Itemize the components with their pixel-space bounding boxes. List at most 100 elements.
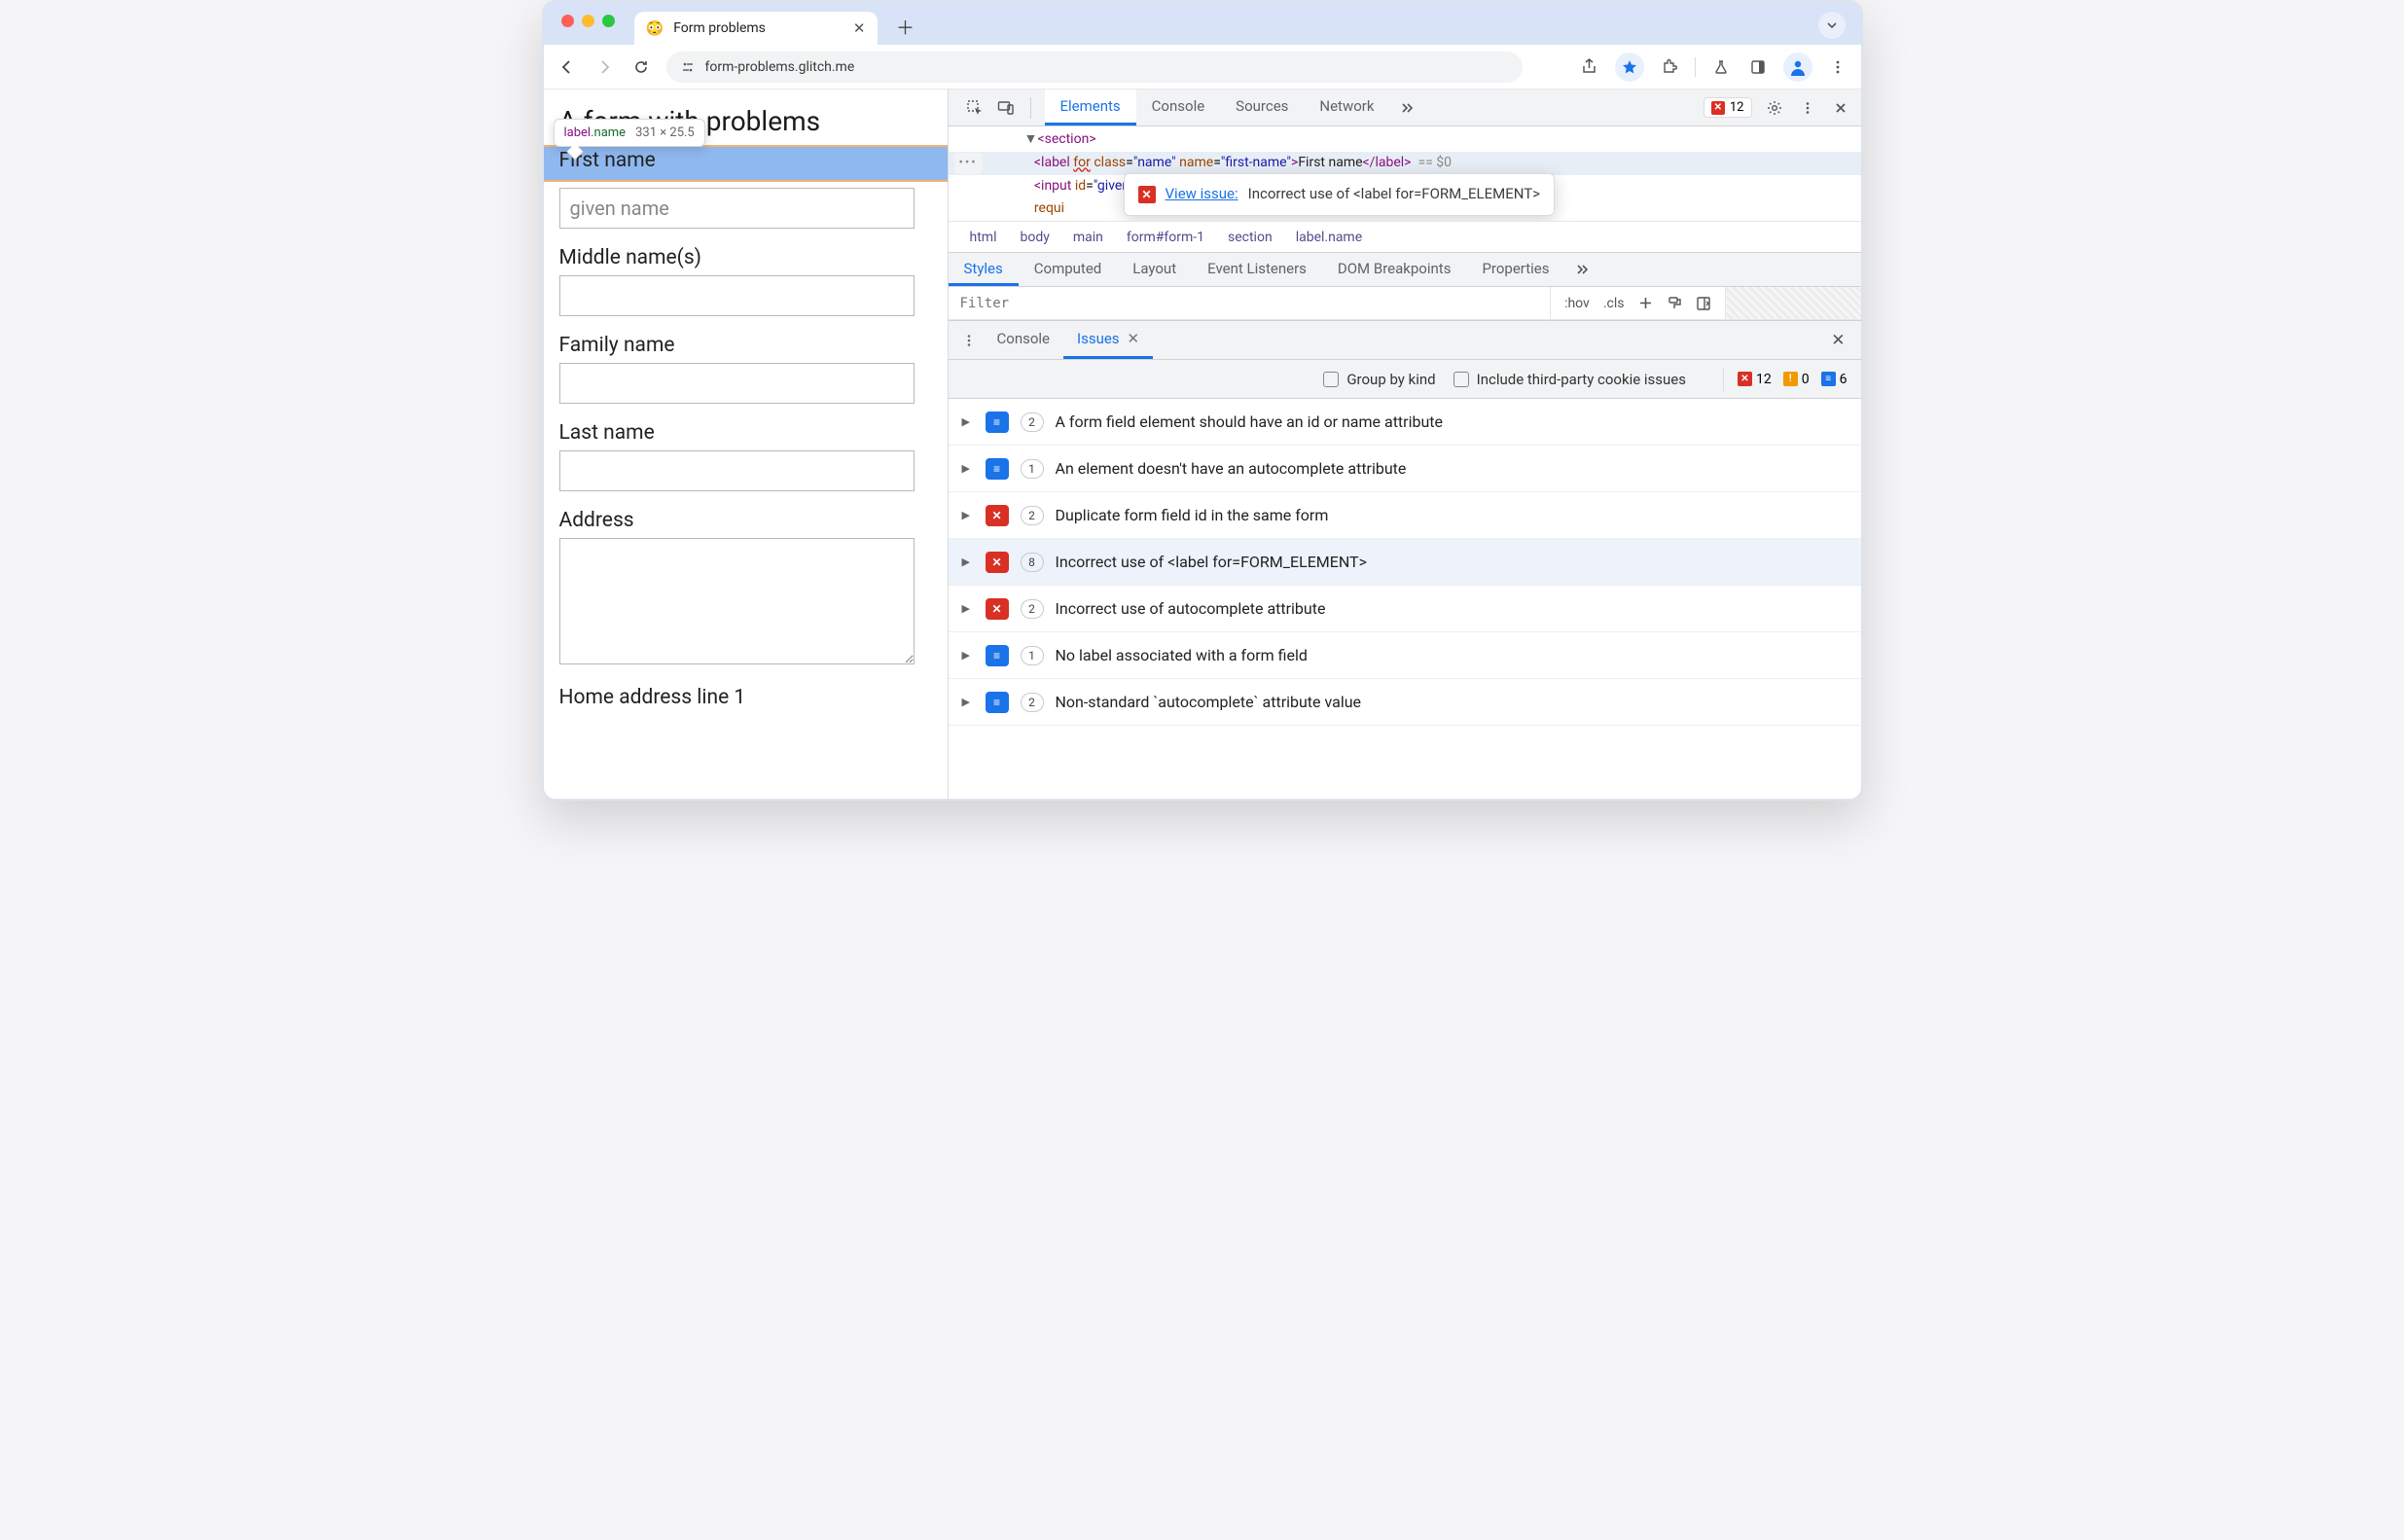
device-toggle-button[interactable] — [995, 97, 1017, 119]
issue-row[interactable]: ▶≡2Non-standard `autocomplete` attribute… — [949, 679, 1861, 726]
severity-icon: ≡ — [986, 645, 1009, 666]
first-name-input[interactable] — [559, 188, 915, 229]
close-issues-tab-button[interactable]: ✕ — [1128, 330, 1140, 347]
last-name-label: Last name — [559, 421, 932, 445]
issue-row[interactable]: ▶≡1No label associated with a form field — [949, 632, 1861, 679]
site-settings-icon[interactable] — [680, 59, 696, 75]
profile-button[interactable] — [1783, 53, 1812, 82]
tab-elements[interactable]: Elements — [1045, 90, 1136, 125]
issue-count-pill: 1 — [1021, 459, 1044, 479]
share-button[interactable] — [1578, 55, 1601, 79]
styles-tabbar: Styles Computed Layout Event Listeners D… — [949, 252, 1861, 287]
view-issue-link[interactable]: View issue: — [1166, 182, 1238, 207]
drawer-tab-issues[interactable]: Issues ✕ — [1063, 321, 1153, 359]
devtools-menu-button[interactable] — [1797, 97, 1818, 119]
subtab-dom-breakpoints[interactable]: DOM Breakpoints — [1322, 253, 1467, 286]
paint-icon — [1667, 296, 1682, 311]
collapsed-siblings-icon[interactable]: ••• — [954, 153, 983, 174]
close-devtools-button[interactable] — [1830, 97, 1851, 119]
forward-button[interactable] — [592, 55, 616, 79]
labs-button[interactable] — [1709, 55, 1733, 79]
warnings-count[interactable]: !0 — [1783, 372, 1810, 387]
subtab-layout[interactable]: Layout — [1117, 253, 1192, 286]
tab-list-button[interactable] — [1818, 12, 1846, 39]
side-panel-button[interactable] — [1746, 55, 1770, 79]
maximize-window-button[interactable] — [602, 15, 615, 27]
breadcrumb-item[interactable]: section — [1216, 230, 1284, 245]
inspect-element-button[interactable] — [964, 97, 986, 119]
breadcrumb-item[interactable]: form#form-1 — [1115, 230, 1216, 245]
drawer-tab-console[interactable]: Console — [984, 321, 1064, 359]
new-tab-button[interactable]: ＋ — [891, 12, 920, 41]
breadcrumb-item[interactable]: main — [1061, 230, 1115, 245]
tab-sources[interactable]: Sources — [1220, 90, 1304, 125]
subtab-styles[interactable]: Styles — [949, 253, 1019, 286]
page-viewport: A form with problems label.name 331 × 25… — [544, 90, 948, 799]
more-subtabs-button[interactable] — [1564, 253, 1599, 286]
new-style-rule-button[interactable] — [1638, 296, 1653, 310]
chrome-menu-button[interactable] — [1826, 55, 1849, 79]
breadcrumb-item[interactable]: label.name — [1284, 230, 1374, 245]
checkbox-icon — [1323, 372, 1339, 387]
puzzle-icon — [1661, 58, 1677, 75]
more-tabs-button[interactable] — [1389, 90, 1424, 125]
tab-network[interactable]: Network — [1304, 90, 1389, 125]
group-by-kind-checkbox[interactable]: Group by kind — [1323, 371, 1435, 388]
kebab-icon — [962, 334, 976, 347]
family-name-input[interactable] — [559, 363, 915, 404]
issue-row[interactable]: ▶✕8Incorrect use of <label for=FORM_ELEM… — [949, 539, 1861, 586]
error-badge-icon: ✕ — [1138, 186, 1156, 203]
minimize-window-button[interactable] — [582, 15, 594, 27]
issue-row[interactable]: ▶≡1An element doesn't have an autocomple… — [949, 446, 1861, 492]
browser-tab[interactable]: 😳 Form problems ✕ — [634, 12, 878, 45]
tab-console[interactable]: Console — [1136, 90, 1221, 125]
window-controls — [554, 2, 625, 45]
bookmark-button[interactable] — [1615, 53, 1644, 82]
subtab-event-listeners[interactable]: Event Listeners — [1192, 253, 1322, 286]
panel-right-icon — [1696, 296, 1711, 311]
issue-row[interactable]: ▶≡2A form field element should have an i… — [949, 399, 1861, 446]
drawer-menu-button[interactable] — [954, 321, 984, 359]
first-name-label: First name — [559, 149, 932, 172]
address-textarea[interactable] — [559, 538, 915, 664]
inspect-tooltip: label.name 331 × 25.5 — [554, 119, 705, 147]
errors-count[interactable]: ✕12 — [1738, 372, 1772, 387]
styles-filter-input[interactable] — [949, 296, 1551, 311]
selected-dom-node[interactable]: <label for class="name" name="first-name… — [949, 152, 1861, 175]
expand-icon: ▶ — [962, 696, 974, 708]
issues-list: ▶≡2A form field element should have an i… — [949, 399, 1861, 799]
info-count[interactable]: ≡6 — [1821, 372, 1848, 387]
avatar-icon — [1788, 57, 1808, 77]
expand-icon: ▶ — [962, 602, 974, 615]
expand-icon: ▶ — [962, 509, 974, 521]
hover-toggle-button[interactable]: :hov — [1564, 296, 1590, 311]
breadcrumb-item[interactable]: html — [958, 230, 1009, 245]
subtab-properties[interactable]: Properties — [1466, 253, 1564, 286]
third-party-cookies-checkbox[interactable]: Include third-party cookie issues — [1453, 371, 1686, 388]
expand-icon: ▶ — [962, 415, 974, 428]
elements-dom-tree[interactable]: ••• ▼<section> <label for class="name" n… — [949, 126, 1861, 221]
back-button[interactable] — [556, 55, 579, 79]
flask-icon — [1713, 59, 1729, 75]
paint-button[interactable] — [1667, 296, 1682, 311]
extensions-button[interactable] — [1658, 55, 1681, 79]
close-drawer-button[interactable]: ✕ — [1821, 321, 1854, 359]
close-tab-button[interactable]: ✕ — [853, 19, 866, 37]
issue-title: Non-standard `autocomplete` attribute va… — [1056, 693, 1362, 711]
last-name-input[interactable] — [559, 450, 915, 491]
severity-icon: ✕ — [986, 598, 1009, 620]
error-count-chip[interactable]: ✕ 12 — [1704, 97, 1752, 118]
close-window-button[interactable] — [561, 15, 574, 27]
issue-row[interactable]: ▶✕2Incorrect use of autocomplete attribu… — [949, 586, 1861, 632]
reload-button[interactable] — [629, 55, 653, 79]
breadcrumb-item[interactable]: body — [1008, 230, 1060, 245]
star-icon — [1622, 59, 1637, 75]
subtab-computed[interactable]: Computed — [1019, 253, 1118, 286]
issue-row[interactable]: ▶✕2Duplicate form field id in the same f… — [949, 492, 1861, 539]
computed-panel-toggle[interactable] — [1696, 296, 1711, 311]
middle-name-input[interactable] — [559, 275, 915, 316]
address-bar[interactable]: form-problems.glitch.me — [666, 52, 1523, 83]
devtools-settings-button[interactable] — [1764, 97, 1785, 119]
issue-title: A form field element should have an id o… — [1056, 412, 1444, 431]
cls-toggle-button[interactable]: .cls — [1603, 296, 1625, 311]
